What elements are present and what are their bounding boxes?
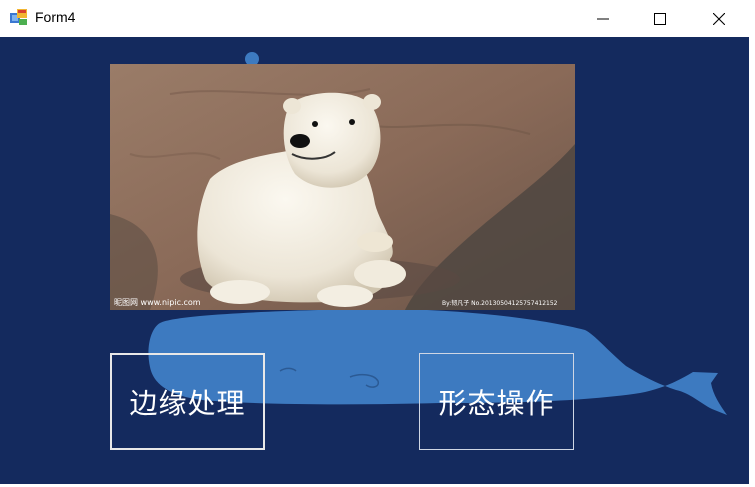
winforms-app-icon — [10, 9, 27, 25]
form-client-area: 昵图网 www.nipic.com By:韧凡子 No.201305041257… — [0, 37, 749, 484]
window-title: Form4 — [35, 9, 76, 25]
polar-bear-image: 昵图网 www.nipic.com By:韧凡子 No.201305041257… — [110, 64, 575, 310]
maximize-button[interactable] — [637, 0, 683, 37]
window-right-edge — [749, 37, 755, 487]
close-icon — [713, 12, 725, 25]
watermark-left: 昵图网 www.nipic.com — [114, 298, 201, 307]
edge-processing-button[interactable]: 边缘处理 — [110, 353, 265, 450]
morphology-button[interactable]: 形态操作 — [419, 353, 574, 450]
form4-window: Form4 昵图网 www.nipic.com By:韧凡子 No.201305… — [0, 0, 755, 487]
maximize-icon — [654, 12, 666, 25]
watermark-right: By:韧凡子 No.20130504125757412152 — [442, 299, 558, 307]
title-bar[interactable]: Form4 — [0, 0, 755, 37]
minimize-icon — [597, 18, 609, 19]
minimize-button[interactable] — [580, 0, 626, 37]
close-button[interactable] — [696, 0, 742, 37]
polar-bear-picture-svg: 昵图网 www.nipic.com By:韧凡子 No.201305041257… — [110, 64, 575, 310]
